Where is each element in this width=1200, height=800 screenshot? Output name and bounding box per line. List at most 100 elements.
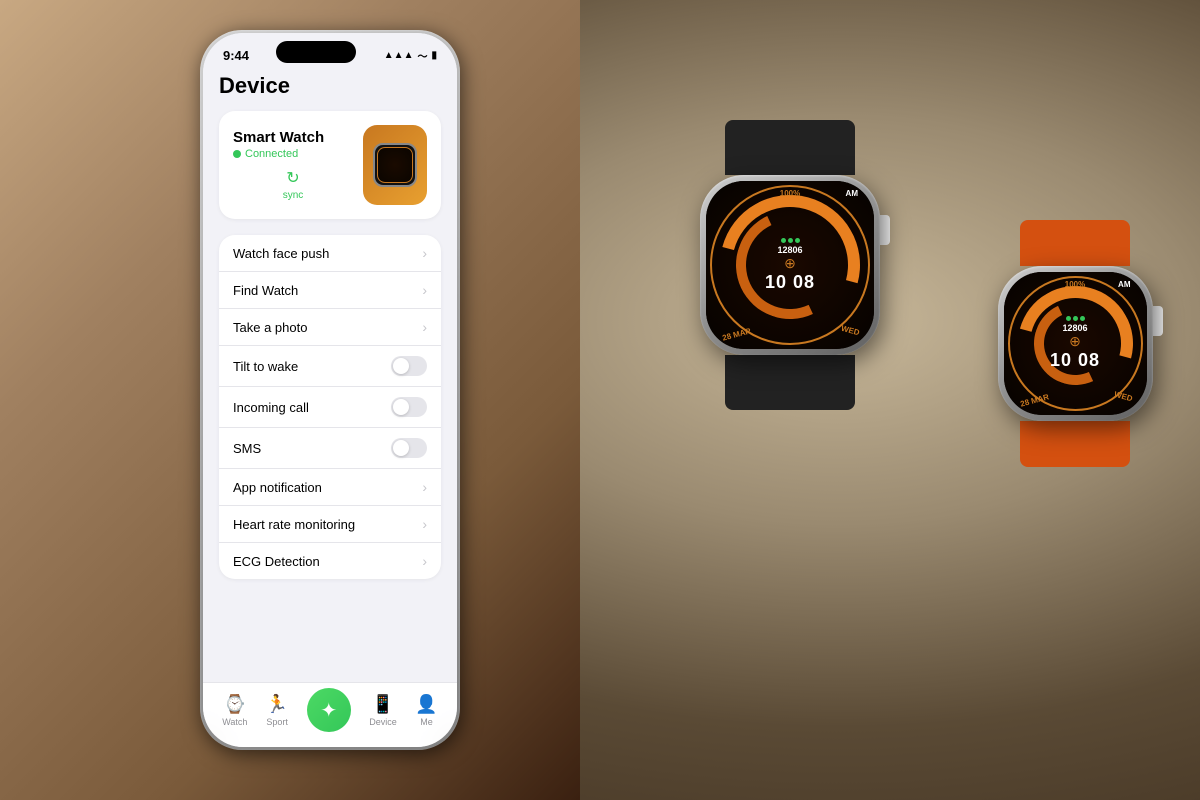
battery-icon: ▮ [431,50,437,61]
watch-orange-band: 100% AM 12806 ⊕ 10 08 28 MAR WED [980,220,1170,460]
watch-black-band-top [725,120,855,175]
menu-tilt-wake[interactable]: Tilt to wake [219,346,441,387]
menu-find-watch[interactable]: Find Watch › [219,272,441,309]
wf-dot-3 [795,238,800,243]
watch-thumbnail [363,125,427,205]
chevron-icon-5: › [422,553,427,569]
menu-heart-rate[interactable]: Heart rate monitoring › [219,506,441,543]
nav-me-icon: 👤 [415,694,437,715]
wifi-icon: 〜 [417,48,427,63]
wf-dot-2 [788,238,793,243]
nav-watch-label: Watch [222,717,247,727]
wf-time-2: 10 08 [1050,350,1100,371]
menu-ecg-label: ECG Detection [233,554,320,569]
chevron-icon-2: › [422,319,427,335]
wf-center-1: 12806 ⊕ 10 08 [750,225,830,305]
phone-device: 9:44 ▲▲▲ 〜 ▮ Device Smart Watch [200,30,460,750]
nav-me[interactable]: 👤 Me [415,694,437,727]
nav-sport-icon: 🏃 [266,694,288,715]
phone-outer-frame: 9:44 ▲▲▲ 〜 ▮ Device Smart Watch [200,30,460,750]
wf-steps-1: 12806 [777,245,802,255]
page-title: Device [219,73,441,99]
nav-watch[interactable]: ⌚ Watch [222,694,247,727]
sync-icon: ↻ [286,168,299,188]
connected-label: Connected [245,148,298,160]
menu-watch-face-push-label: Watch face push [233,246,329,261]
nav-device-icon: 📱 [372,694,394,715]
menu-heart-rate-label: Heart rate monitoring [233,517,355,532]
device-card: Smart Watch Connected ↻ sync [219,111,441,219]
status-bar: 9:44 ▲▲▲ 〜 ▮ [203,33,457,73]
menu-incoming-call-label: Incoming call [233,400,309,415]
watch-black-band: 100% AM 12806 ⊕ 10 08 28 MAR WED [680,120,900,400]
chevron-icon-4: › [422,516,427,532]
nav-center-button[interactable]: ✦ [307,688,351,732]
device-info: Smart Watch Connected ↻ sync [233,129,353,201]
watch-face-mini-inner [377,147,413,183]
tilt-wake-toggle[interactable] [391,356,427,376]
watch-orange-body: 100% AM 12806 ⊕ 10 08 28 MAR WED [998,266,1153,421]
device-status: Connected [233,148,353,160]
nav-center-icon: ✦ [320,698,337,723]
wf-dot-4 [1066,316,1071,321]
phone-screen: 9:44 ▲▲▲ 〜 ▮ Device Smart Watch [203,33,457,747]
wf-link-2: ⊕ [1069,333,1081,350]
status-time: 9:44 [223,48,249,63]
nav-sport-label: Sport [266,717,288,727]
wf-steps-2: 12806 [1062,323,1087,333]
nav-watch-icon: ⌚ [224,694,246,715]
chevron-icon-3: › [422,479,427,495]
watch-orange-crown [1153,306,1163,336]
wf-am-1: AM [846,189,858,198]
watch-orange-outer: 100% AM 12806 ⊕ 10 08 28 MAR WED [980,220,1170,460]
menu-ecg[interactable]: ECG Detection › [219,543,441,579]
menu-incoming-call[interactable]: Incoming call [219,387,441,428]
nav-device[interactable]: 📱 Device [369,694,397,727]
nav-me-label: Me [420,717,433,727]
wf-link-1: ⊕ [784,255,796,272]
menu-find-watch-label: Find Watch [233,283,298,298]
wf-battery-2: 100% [1065,280,1085,289]
menu-take-photo[interactable]: Take a photo › [219,309,441,346]
wf-dot-6 [1080,316,1085,321]
menu-tilt-wake-label: Tilt to wake [233,359,298,374]
menu-section: Watch face push › Find Watch › Take a ph… [219,235,441,579]
dynamic-island [276,41,356,63]
sync-label: sync [283,190,304,201]
incoming-call-toggle[interactable] [391,397,427,417]
watch-black-band-bottom [725,355,855,410]
wf-dots-1 [781,238,800,243]
watch-orange-band-bottom [1020,421,1130,467]
chevron-icon-0: › [422,245,427,261]
wf-am-2: AM [1118,280,1130,289]
connected-dot [233,150,241,158]
watch-black-screen: 100% AM 12806 ⊕ 10 08 28 MAR WED [706,181,874,349]
nav-sport[interactable]: 🏃 Sport [266,694,288,727]
watch-orange-band-top [1020,220,1130,266]
nav-center[interactable]: ✦ [307,688,351,732]
status-icons: ▲▲▲ 〜 ▮ [384,48,437,63]
sync-button[interactable]: ↻ sync [233,168,353,201]
menu-app-notification[interactable]: App notification › [219,469,441,506]
bottom-nav: ⌚ Watch 🏃 Sport ✦ 📱 Device 👤 [203,682,457,747]
watch-black-body: 100% AM 12806 ⊕ 10 08 28 MAR WED [700,175,880,355]
wf-battery-1: 100% [780,189,800,198]
signal-icon: ▲▲▲ [384,50,414,61]
wf-center-2: 12806 ⊕ 10 08 [1048,316,1103,371]
menu-sms[interactable]: SMS [219,428,441,469]
menu-watch-face-push[interactable]: Watch face push › [219,235,441,272]
menu-take-photo-label: Take a photo [233,320,307,335]
watch-orange-screen: 100% AM 12806 ⊕ 10 08 28 MAR WED [1004,272,1147,415]
chevron-icon-1: › [422,282,427,298]
screen-content: Device Smart Watch Connected ↻ sync [203,73,457,579]
wf-time-1: 10 08 [765,272,815,293]
wf-dot-1 [781,238,786,243]
watch-black-outer: 100% AM 12806 ⊕ 10 08 28 MAR WED [680,120,900,400]
wf-dot-5 [1073,316,1078,321]
nav-device-label: Device [369,717,397,727]
menu-app-notification-label: App notification [233,480,322,495]
sms-toggle[interactable] [391,438,427,458]
device-name: Smart Watch [233,129,353,146]
menu-sms-label: SMS [233,441,261,456]
watch-crown [880,215,890,245]
